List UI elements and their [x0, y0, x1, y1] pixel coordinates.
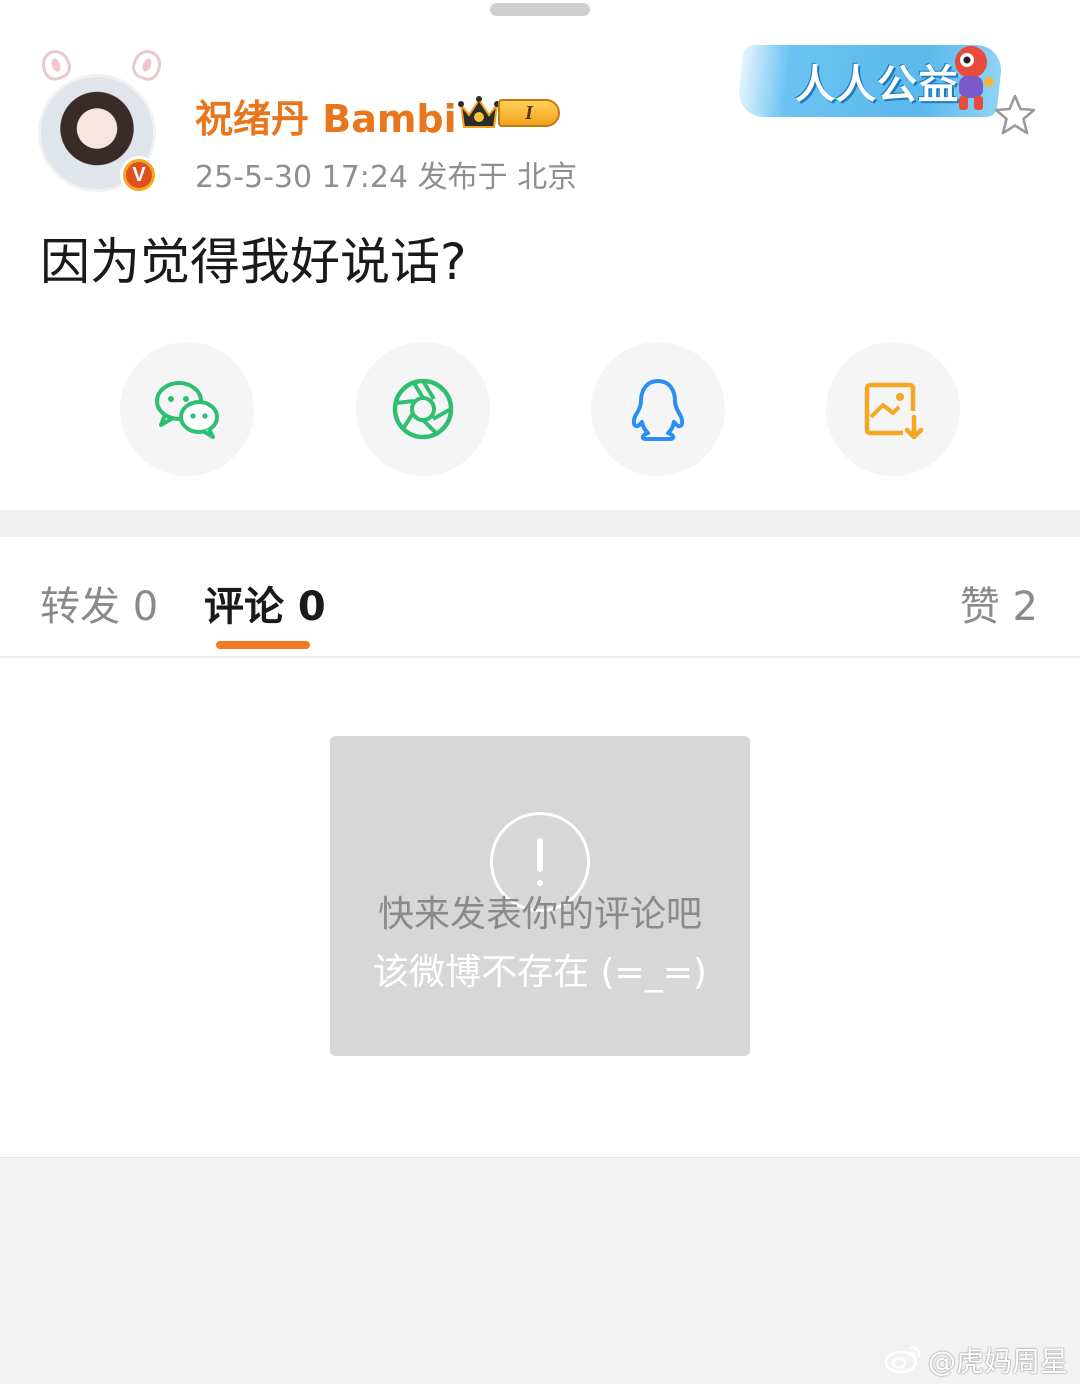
bunny-ear-decoration [128, 46, 166, 84]
author-avatar[interactable]: V [30, 46, 166, 195]
crown-icon [458, 96, 500, 128]
author-name[interactable]: 祝绪丹 Bambi [195, 88, 457, 143]
share-wechat-button[interactable] [120, 342, 254, 476]
watermark: @虎妈周星 [928, 1345, 1069, 1378]
weibo-logo-icon [884, 1346, 921, 1374]
favorite-star-icon[interactable] [992, 92, 1038, 138]
weibo-post-page: V 祝绪丹 Bambi I 25-5-30 17:24 发布于 北京 人人公益 … [0, 0, 1080, 1384]
sheet-drag-handle[interactable] [490, 3, 590, 16]
wechat-icon [155, 381, 219, 439]
verified-badge-icon: V [120, 156, 158, 194]
charity-banner-label: 人人公益 [795, 62, 959, 108]
tab-like[interactable]: 赞 2 [960, 574, 1038, 632]
save-image-icon [864, 382, 924, 440]
mascot-icon [955, 46, 994, 110]
share-qq-button[interactable] [591, 342, 725, 476]
qq-icon [631, 379, 685, 441]
post-content: 因为觉得我好说话? [40, 233, 467, 291]
member-level-badge[interactable]: I [458, 95, 564, 131]
tab-comment[interactable]: 评论 0 [204, 574, 326, 632]
post-meta: 25-5-30 17:24 发布于 北京 [195, 160, 578, 195]
tab-divider [0, 656, 1080, 658]
moments-icon [392, 378, 454, 440]
alert-icon-bar [537, 838, 543, 872]
tab-repost[interactable]: 转发 0 [40, 574, 158, 632]
share-moments-button[interactable] [356, 342, 490, 476]
active-tab-indicator [216, 641, 310, 649]
section-divider [0, 510, 1080, 537]
save-image-button[interactable] [826, 342, 960, 476]
empty-comment-hint: 快来发表你的评论吧 [377, 894, 702, 935]
toast-message: 该微博不存在 (=_=) [373, 952, 707, 993]
bunny-ear-decoration [37, 46, 75, 84]
level-tag: I [498, 99, 560, 127]
